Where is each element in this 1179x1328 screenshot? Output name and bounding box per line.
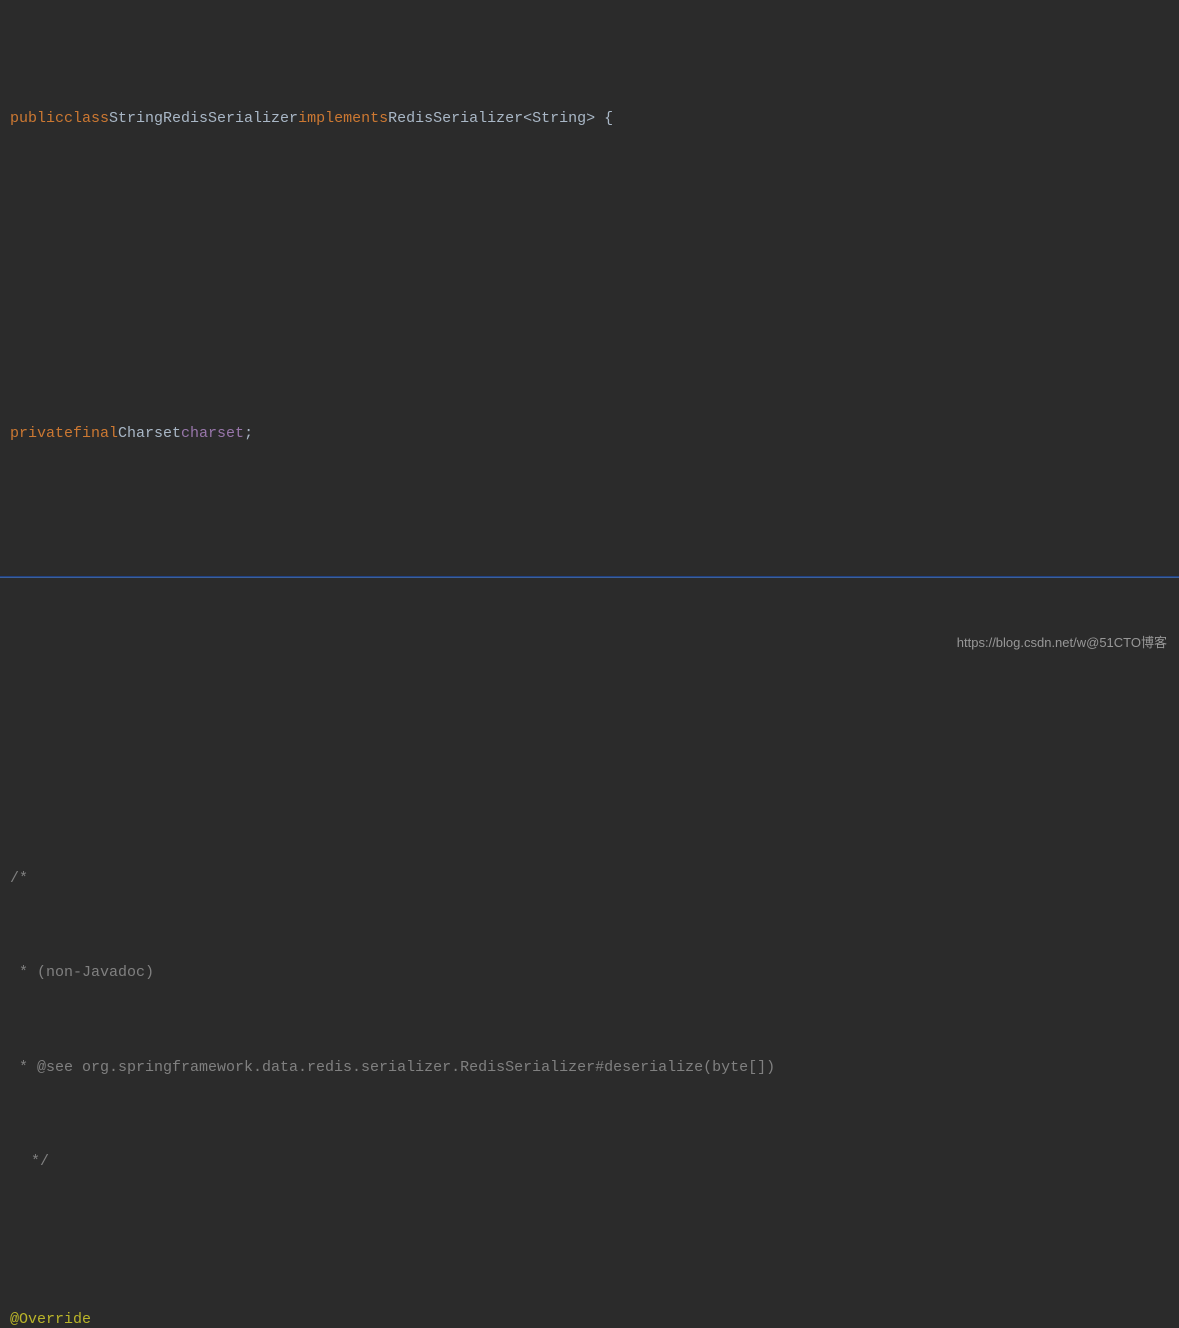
type-charset: Charset [118,418,181,450]
code-editor[interactable]: public class StringRedisSerializer imple… [0,0,1179,1328]
watermark-text: https://blog.csdn.net/w@51CTO博客 [957,627,1167,659]
interface-name: RedisSerializer [388,103,523,135]
comment: /* [10,863,28,895]
generic-type: <String> [523,103,595,135]
code-line[interactable]: private final Charset charset; [0,418,1179,450]
code-line[interactable]: * @see org.springframework.data.redis.se… [0,1052,1179,1084]
class-name: StringRedisSerializer [109,103,298,135]
keyword-private: private [10,418,73,450]
code-line[interactable]: */ [0,1146,1179,1178]
comment: * (non-Javadoc) [10,957,154,989]
brace: { [595,103,613,135]
comment: * @see org.springframework.data.redis.se… [10,1052,775,1084]
semicolon: ; [244,418,253,450]
keyword-implements: implements [298,103,388,135]
code-line[interactable]: @Override [0,1304,1179,1328]
code-line-blank[interactable] [0,260,1179,292]
code-line[interactable]: public class StringRedisSerializer imple… [0,103,1179,135]
code-line[interactable]: /* [0,863,1179,895]
section-divider [0,576,1179,578]
annotation-override: @Override [10,1304,91,1328]
code-line-blank[interactable] [0,705,1179,737]
code-line[interactable]: * (non-Javadoc) [0,957,1179,989]
keyword-class: class [64,103,109,135]
keyword-final: final [73,418,118,450]
comment: */ [22,1146,49,1178]
keyword-public: public [10,103,64,135]
field-charset: charset [181,418,244,450]
